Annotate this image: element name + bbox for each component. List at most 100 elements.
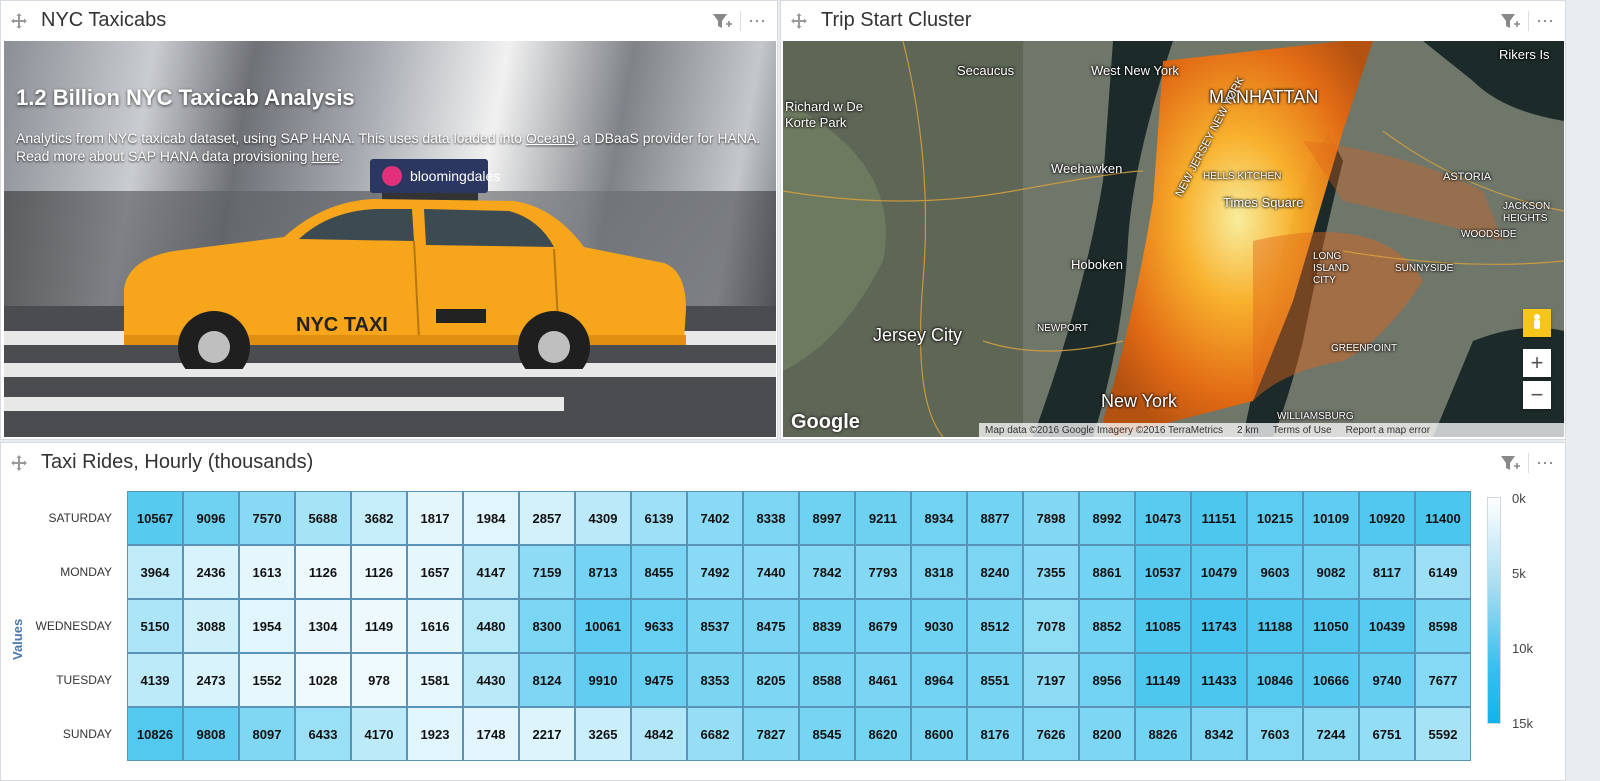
- heatmap-cell[interactable]: 6433: [295, 707, 351, 761]
- heatmap-cell[interactable]: 11151: [1191, 491, 1247, 545]
- more-options-icon[interactable]: ⋯: [1531, 451, 1559, 475]
- heatmap-cell[interactable]: 10846: [1247, 653, 1303, 707]
- heatmap-cell[interactable]: 8124: [519, 653, 575, 707]
- heatmap-cell[interactable]: 2473: [183, 653, 239, 707]
- heatmap-cell[interactable]: 7355: [1023, 545, 1079, 599]
- heatmap-cell[interactable]: 8826: [1135, 707, 1191, 761]
- heatmap-cell[interactable]: 8620: [855, 707, 911, 761]
- heatmap-cell[interactable]: 8318: [911, 545, 967, 599]
- heatmap-cell[interactable]: 1149: [351, 599, 407, 653]
- heatmap-cell[interactable]: 10479: [1191, 545, 1247, 599]
- heatmap-cell[interactable]: 11149: [1135, 653, 1191, 707]
- heatmap-cell[interactable]: 1984: [463, 491, 519, 545]
- heatmap-cell[interactable]: 4170: [351, 707, 407, 761]
- heatmap-cell[interactable]: 978: [351, 653, 407, 707]
- heatmap-cell[interactable]: 8205: [743, 653, 799, 707]
- heatmap-cell[interactable]: 6139: [631, 491, 687, 545]
- heatmap-cell[interactable]: 8679: [855, 599, 911, 653]
- heatmap-cell[interactable]: 10666: [1303, 653, 1359, 707]
- heatmap-cell[interactable]: 8852: [1079, 599, 1135, 653]
- more-options-icon[interactable]: ⋯: [743, 9, 771, 33]
- heatmap-cell[interactable]: 10061: [575, 599, 631, 653]
- heatmap-cell[interactable]: 4309: [575, 491, 631, 545]
- heatmap-cell[interactable]: 8839: [799, 599, 855, 653]
- heatmap-cell[interactable]: 8713: [575, 545, 631, 599]
- heatmap-cell[interactable]: 8200: [1079, 707, 1135, 761]
- heatmap-cell[interactable]: 6682: [687, 707, 743, 761]
- heatmap-cell[interactable]: 4430: [463, 653, 519, 707]
- filter-icon[interactable]: [1497, 451, 1525, 475]
- heatmap-cell[interactable]: 1126: [295, 545, 351, 599]
- heatmap-cell[interactable]: 8997: [799, 491, 855, 545]
- heatmap-cell[interactable]: 11400: [1415, 491, 1471, 545]
- heatmap-cell[interactable]: 8097: [239, 707, 295, 761]
- heatmap-cell[interactable]: 7402: [687, 491, 743, 545]
- heatmap-cell[interactable]: 9740: [1359, 653, 1415, 707]
- heatmap-cell[interactable]: 11188: [1247, 599, 1303, 653]
- heatmap-cell[interactable]: 10567: [127, 491, 183, 545]
- heatmap-cell[interactable]: 7626: [1023, 707, 1079, 761]
- heatmap-cell[interactable]: 1552: [239, 653, 295, 707]
- heatmap-cell[interactable]: 1613: [239, 545, 295, 599]
- heatmap-cell[interactable]: 5688: [295, 491, 351, 545]
- heatmap-cell[interactable]: 8861: [1079, 545, 1135, 599]
- heatmap-cell[interactable]: 8475: [743, 599, 799, 653]
- heatmap-cell[interactable]: 8964: [911, 653, 967, 707]
- heatmap-cell[interactable]: 9633: [631, 599, 687, 653]
- heatmap-cell[interactable]: 2217: [519, 707, 575, 761]
- heatmap-cell[interactable]: 8877: [967, 491, 1023, 545]
- move-icon[interactable]: [791, 13, 807, 29]
- heatmap-cell[interactable]: 9096: [183, 491, 239, 545]
- heatmap-cell[interactable]: 8600: [911, 707, 967, 761]
- heatmap-cell[interactable]: 1817: [407, 491, 463, 545]
- zoom-in-button[interactable]: +: [1523, 349, 1551, 377]
- heatmap-cell[interactable]: 8300: [519, 599, 575, 653]
- heatmap-cell[interactable]: 6149: [1415, 545, 1471, 599]
- heatmap-cell[interactable]: 1616: [407, 599, 463, 653]
- heatmap-cell[interactable]: 4139: [127, 653, 183, 707]
- heatmap-cell[interactable]: 8956: [1079, 653, 1135, 707]
- heatmap-cell[interactable]: 10215: [1247, 491, 1303, 545]
- heatmap-cell[interactable]: 8353: [687, 653, 743, 707]
- heatmap-cell[interactable]: 8455: [631, 545, 687, 599]
- heatmap-cell[interactable]: 8598: [1415, 599, 1471, 653]
- heatmap-cell[interactable]: 11085: [1135, 599, 1191, 653]
- heatmap-cell[interactable]: 9910: [575, 653, 631, 707]
- heatmap-cell[interactable]: 10920: [1359, 491, 1415, 545]
- heatmap-cell[interactable]: 1304: [295, 599, 351, 653]
- heatmap-cell[interactable]: 9808: [183, 707, 239, 761]
- heatmap-cell[interactable]: 8992: [1079, 491, 1135, 545]
- heatmap-cell[interactable]: 3265: [575, 707, 631, 761]
- report-map-error-link[interactable]: Report a map error: [1346, 425, 1430, 436]
- heatmap-cell[interactable]: 11050: [1303, 599, 1359, 653]
- map-canvas[interactable]: Secaucus West New York MANHATTAN Rikers …: [783, 41, 1564, 437]
- heatmap-cell[interactable]: 8588: [799, 653, 855, 707]
- heatmap-cell[interactable]: 3088: [183, 599, 239, 653]
- heatmap-cell[interactable]: 10473: [1135, 491, 1191, 545]
- heatmap-cell[interactable]: 2857: [519, 491, 575, 545]
- heatmap-cell[interactable]: 9475: [631, 653, 687, 707]
- heatmap-cell[interactable]: 1581: [407, 653, 463, 707]
- zoom-out-button[interactable]: −: [1523, 381, 1551, 409]
- heatmap-cell[interactable]: 8551: [967, 653, 1023, 707]
- data-provisioning-link[interactable]: here: [311, 148, 339, 164]
- heatmap-cell[interactable]: 1748: [463, 707, 519, 761]
- heatmap-cell[interactable]: 1923: [407, 707, 463, 761]
- heatmap-cell[interactable]: 10439: [1359, 599, 1415, 653]
- move-icon[interactable]: [11, 13, 27, 29]
- heatmap-cell[interactable]: 9082: [1303, 545, 1359, 599]
- heatmap-cell[interactable]: 9030: [911, 599, 967, 653]
- more-options-icon[interactable]: ⋯: [1531, 9, 1559, 33]
- heatmap-cell[interactable]: 11433: [1191, 653, 1247, 707]
- ocean9-link[interactable]: Ocean9: [526, 130, 575, 146]
- heatmap-cell[interactable]: 5150: [127, 599, 183, 653]
- heatmap-cell[interactable]: 8545: [799, 707, 855, 761]
- heatmap-cell[interactable]: 1954: [239, 599, 295, 653]
- filter-icon[interactable]: [709, 9, 737, 33]
- heatmap-cell[interactable]: 1126: [351, 545, 407, 599]
- heatmap-cell[interactable]: 4480: [463, 599, 519, 653]
- heatmap-cell[interactable]: 8512: [967, 599, 1023, 653]
- heatmap-cell[interactable]: 7842: [799, 545, 855, 599]
- pegman-icon[interactable]: [1523, 309, 1551, 337]
- heatmap-cell[interactable]: 8240: [967, 545, 1023, 599]
